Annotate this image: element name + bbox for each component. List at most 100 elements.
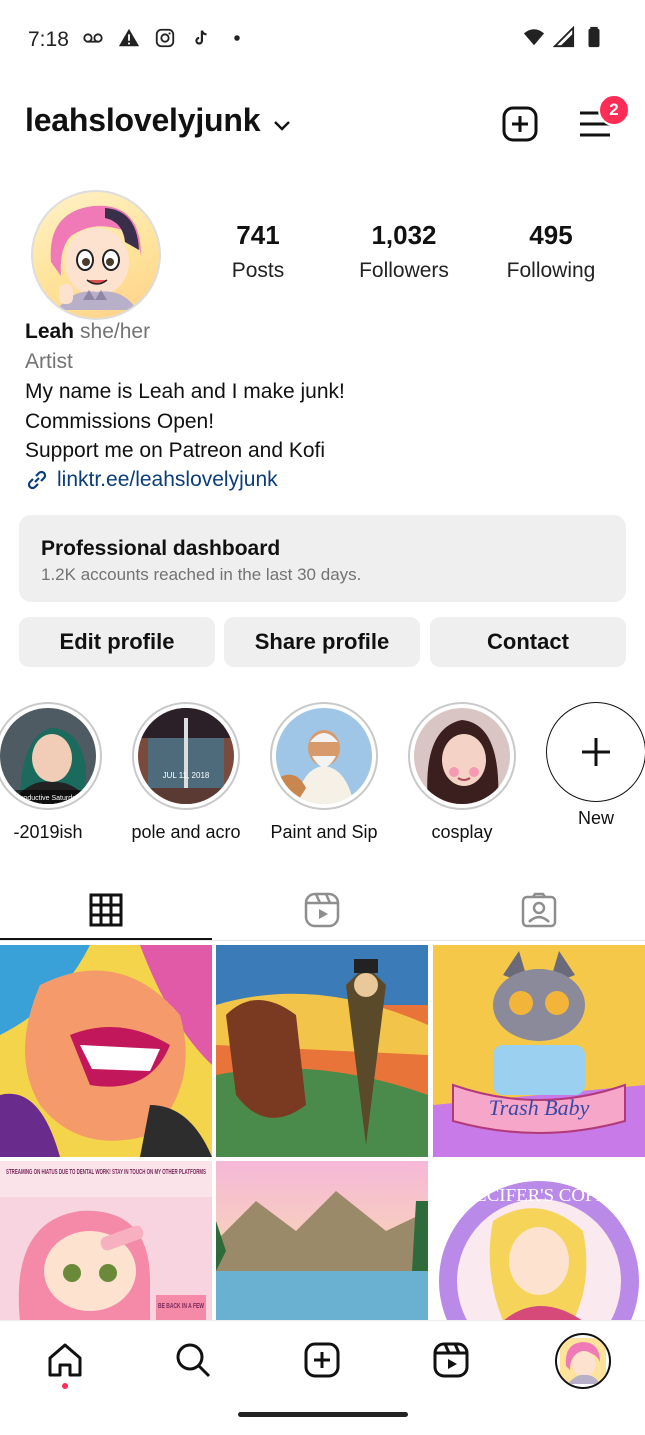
following-stat[interactable]: 495 Following	[481, 220, 621, 283]
followers-stat[interactable]: 1,032 Followers	[334, 220, 474, 283]
dot-icon	[234, 35, 240, 41]
username-switcher[interactable]: leahslovelyjunk	[25, 102, 261, 139]
link-icon	[27, 470, 47, 490]
warning-icon	[118, 28, 140, 47]
post-artwork: CALCIFER'S COFFEE	[433, 1161, 645, 1321]
professional-dashboard-card[interactable]: Professional dashboard 1.2K accounts rea…	[19, 515, 626, 602]
bio-link[interactable]: linktr.ee/leahslovelyjunk	[25, 468, 278, 492]
highlight-item[interactable]: JUL 11, 2018 pole and acro	[126, 702, 246, 843]
signal-icon	[553, 26, 575, 48]
home-activity-dot	[62, 1383, 68, 1389]
dashboard-title: Professional dashboard	[41, 537, 281, 560]
post-corner-text: BE BACK IN A FEW	[158, 1301, 205, 1310]
post-banner-text: STREAMING ON HIATUS DUE TO DENTAL WORK! …	[6, 1167, 206, 1176]
highlight-thumb: JUL 11, 2018	[138, 708, 234, 804]
nav-search[interactable]	[169, 1336, 217, 1384]
highlight-label: New	[577, 808, 614, 828]
highlight-label: pole and acro	[131, 822, 241, 842]
post-tile[interactable]: Trash Baby	[433, 945, 645, 1157]
post-tile[interactable]	[0, 945, 212, 1157]
posts-count: 741	[236, 220, 280, 250]
grid-icon	[89, 893, 123, 927]
post-tile[interactable]	[216, 945, 428, 1157]
posts-stat[interactable]: 741 Posts	[188, 220, 328, 283]
home-icon	[48, 1343, 82, 1377]
highlight-item[interactable]: cosplay	[402, 702, 522, 843]
nav-home[interactable]	[41, 1336, 89, 1384]
reels-tab[interactable]	[216, 880, 428, 940]
post-artwork: STREAMING ON HIATUS DUE TO DENTAL WORK! …	[0, 1161, 212, 1321]
tiktok-icon	[195, 30, 207, 45]
avatar-illustration	[50, 205, 141, 310]
plus-icon	[582, 738, 610, 766]
highlight-label: cosplay	[431, 822, 493, 842]
edit-profile-button[interactable]: Edit profile	[19, 617, 215, 667]
highlight-thumb: Productive Saturday	[0, 708, 96, 804]
post-ribbon-text: Trash Baby	[489, 1095, 590, 1120]
bio-link-text: linktr.ee/leahslovelyjunk	[57, 468, 278, 491]
followers-label: Followers	[359, 259, 449, 282]
reels-icon	[433, 1342, 469, 1378]
contact-button[interactable]: Contact	[430, 617, 626, 667]
gesture-bar	[238, 1412, 408, 1417]
create-post-button[interactable]	[500, 104, 540, 144]
post-artwork	[0, 945, 212, 1157]
tagged-person-icon	[521, 892, 557, 928]
posts-label: Posts	[231, 259, 285, 282]
bio-text-line: Support me on Patreon and Kofi	[25, 439, 326, 462]
highlight-ring: Productive Saturday	[0, 702, 102, 810]
bio-category: Artist	[25, 350, 73, 373]
post-tile[interactable]: STREAMING ON HIATUS DUE TO DENTAL WORK! …	[0, 1161, 212, 1321]
bio-text-line: Commissions Open!	[25, 410, 215, 433]
post-artwork: Trash Baby	[433, 945, 645, 1157]
bio-text-line: My name is Leah and I make junk!	[25, 380, 345, 403]
grid-tab[interactable]	[0, 880, 212, 940]
notification-badge: 2	[598, 94, 630, 126]
profile-avatar-small	[560, 1338, 606, 1384]
tab-divider	[0, 940, 645, 941]
voicemail-icon	[83, 33, 103, 43]
status-icons-left	[82, 27, 248, 49]
nav-create[interactable]	[298, 1336, 346, 1384]
highlight-label: Paint and Sip	[270, 822, 378, 842]
chevron-down-icon[interactable]	[272, 115, 292, 135]
plus-square-icon	[502, 106, 538, 142]
plus-square-icon	[304, 1342, 340, 1378]
highlight-item[interactable]: Paint and Sip	[264, 702, 384, 843]
highlight-item[interactable]: Productive Saturday -2019ish	[0, 702, 108, 843]
following-label: Following	[506, 259, 596, 282]
followers-count: 1,032	[371, 220, 437, 250]
post-arc-text: CALCIFER'S COFFEE	[449, 1185, 629, 1205]
bio-name-row: Leah she/her	[25, 320, 150, 344]
highlight-thumb	[414, 708, 510, 804]
display-name: Leah	[25, 320, 75, 343]
post-tile[interactable]: CALCIFER'S COFFEE	[433, 1161, 645, 1321]
new-highlight-ring	[546, 702, 645, 802]
profile-avatar[interactable]	[31, 190, 161, 320]
search-icon	[176, 1343, 211, 1378]
highlight-thumb	[276, 708, 372, 804]
new-highlight-button[interactable]: New	[536, 702, 645, 829]
tagged-tab[interactable]	[433, 880, 645, 940]
highlight-ring	[408, 702, 516, 810]
active-tab-indicator	[0, 938, 212, 940]
post-artwork	[216, 945, 428, 1157]
battery-icon	[588, 26, 600, 48]
post-tile[interactable]	[216, 1161, 428, 1321]
highlight-overlay-text: Productive Saturday	[16, 795, 80, 802]
highlight-ring: JUL 11, 2018	[132, 702, 240, 810]
post-artwork	[216, 1161, 428, 1321]
highlight-ring	[270, 702, 378, 810]
share-profile-button[interactable]: Share profile	[224, 617, 420, 667]
status-time: 7:18	[28, 28, 69, 51]
nav-profile[interactable]	[555, 1333, 611, 1389]
nav-reels[interactable]	[427, 1336, 475, 1384]
pronouns: she/her	[80, 320, 151, 343]
dashboard-subtitle: 1.2K accounts reached in the last 30 day…	[41, 565, 362, 584]
highlight-label: -2019ish	[13, 822, 83, 842]
highlight-overlay-text: JUL 11, 2018	[163, 771, 210, 780]
instagram-icon	[155, 28, 175, 48]
status-icons-right	[523, 26, 605, 48]
following-count: 495	[529, 220, 573, 250]
reels-icon	[304, 892, 340, 928]
